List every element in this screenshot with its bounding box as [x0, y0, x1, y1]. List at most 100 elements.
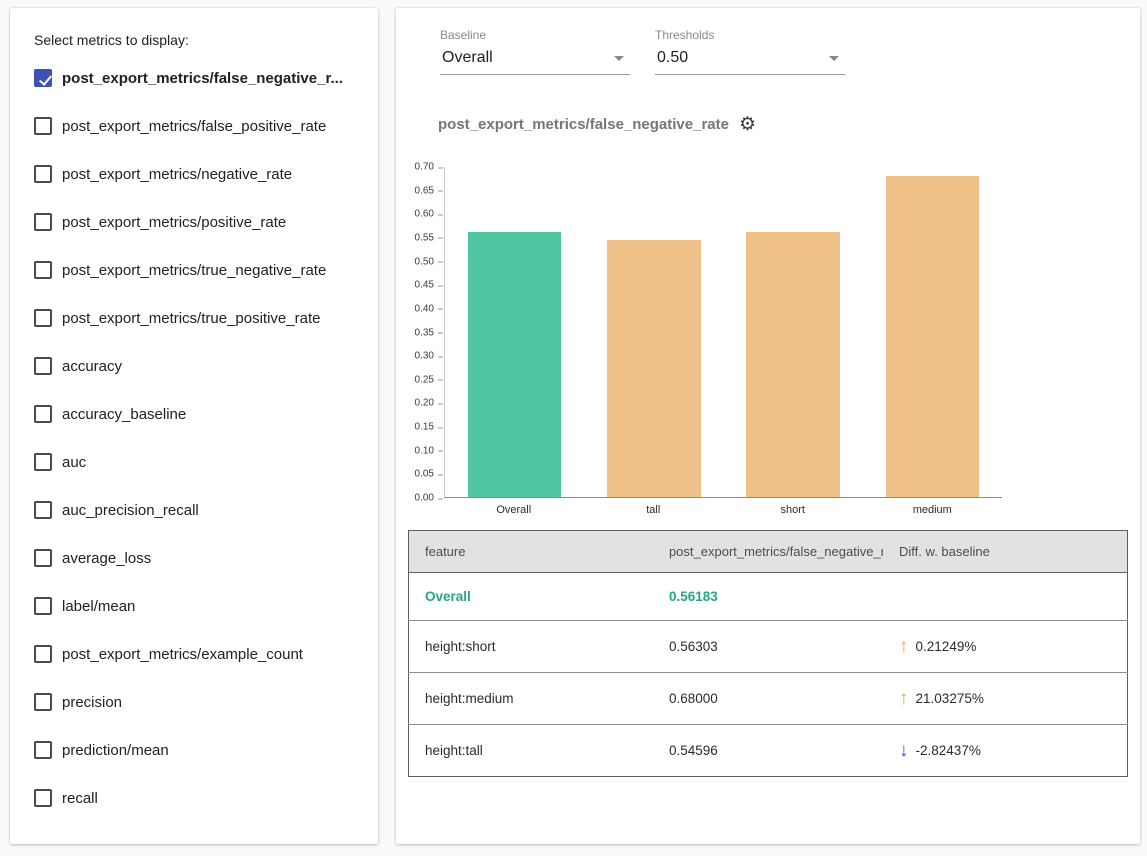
- sidebar-title: Select metrics to display:: [34, 32, 378, 48]
- checkbox-unchecked[interactable]: [34, 789, 52, 807]
- diff-value: 0.21249%: [916, 639, 977, 654]
- y-tick-label: 0.10: [415, 445, 434, 456]
- metric-label: post_export_metrics/false_negative_r...: [62, 70, 343, 87]
- metric-label: post_export_metrics/true_positive_rate: [62, 310, 320, 327]
- metric-label: prediction/mean: [62, 742, 169, 759]
- metric-item-post-export-metrics-positive-rate[interactable]: post_export_metrics/positive_rate: [10, 198, 378, 246]
- value-cell: 0.56303: [653, 621, 883, 673]
- chart-header: post_export_metrics/false_negative_rate …: [438, 115, 1128, 134]
- metric-label: recall: [62, 790, 98, 807]
- value-cell: 0.68000: [653, 673, 883, 725]
- metric-label: precision: [62, 694, 122, 711]
- table-header-diff-w-baseline: Diff. w. baseline: [883, 531, 1127, 573]
- metric-label: post_export_metrics/negative_rate: [62, 166, 292, 183]
- thresholds-selected-value: 0.50: [657, 49, 688, 67]
- metric-item-accuracy[interactable]: accuracy: [10, 342, 378, 390]
- bar-short[interactable]: [746, 232, 839, 497]
- table-body: Overall0.56183height:short0.56303↑0.2124…: [409, 573, 1128, 777]
- bar-medium[interactable]: [886, 176, 979, 497]
- checkbox-unchecked[interactable]: [34, 261, 52, 279]
- metric-item-post-export-metrics-false-positive-rate[interactable]: post_export_metrics/false_positive_rate: [10, 102, 378, 150]
- metric-item-post-export-metrics-true-negative-rate[interactable]: post_export_metrics/true_negative_rate: [10, 246, 378, 294]
- y-tick-label: 0.25: [415, 374, 434, 385]
- chart-title: post_export_metrics/false_negative_rate: [438, 116, 729, 133]
- feature-cell: height:tall: [409, 725, 653, 777]
- thresholds-label: Thresholds: [655, 28, 845, 42]
- chart-bars: [445, 167, 1002, 497]
- baseline-label: Baseline: [440, 28, 630, 42]
- metric-item-post-export-metrics-negative-rate[interactable]: post_export_metrics/negative_rate: [10, 150, 378, 198]
- diff-cell: [883, 573, 1127, 621]
- table-row-height-medium: height:medium0.68000↑21.03275%: [409, 673, 1128, 725]
- feature-cell: Overall: [409, 573, 653, 621]
- table-header-post-export-metrics-false-negative-rat: post_export_metrics/false_negative_rat..…: [653, 531, 883, 573]
- fairness-metrics-page: Select metrics to display: post_export_m…: [0, 0, 1147, 856]
- baseline-select-group: Baseline Overall: [440, 28, 630, 75]
- value-cell: 0.54596: [653, 725, 883, 777]
- metric-label: post_export_metrics/example_count: [62, 646, 303, 663]
- thresholds-select[interactable]: 0.50: [655, 47, 845, 75]
- checkbox-unchecked[interactable]: [34, 597, 52, 615]
- checkbox-unchecked[interactable]: [34, 117, 52, 135]
- checkbox-unchecked[interactable]: [34, 213, 52, 231]
- x-axis-label-medium: medium: [863, 498, 1003, 516]
- dropdown-caret-icon: [829, 56, 839, 61]
- checkbox-unchecked[interactable]: [34, 357, 52, 375]
- diff-indicator: ↓-2.82437%: [899, 741, 981, 760]
- metric-item-auc[interactable]: auc: [10, 438, 378, 486]
- y-tick-label: 0.15: [415, 422, 434, 433]
- baseline-select[interactable]: Overall: [440, 47, 630, 75]
- diff-indicator: ↑21.03275%: [899, 689, 984, 708]
- y-tick-label: 0.00: [415, 493, 434, 504]
- chart-controls: Baseline Overall Thresholds 0.50: [440, 28, 1128, 75]
- y-tick-label: 0.55: [415, 232, 434, 243]
- x-axis-label-overall: Overall: [444, 498, 584, 516]
- metric-label: post_export_metrics/true_negative_rate: [62, 262, 326, 279]
- metric-label: accuracy_baseline: [62, 406, 186, 423]
- metric-item-prediction-mean[interactable]: prediction/mean: [10, 726, 378, 774]
- bar-tall[interactable]: [607, 240, 700, 497]
- up-arrow-icon: ↑: [899, 637, 909, 656]
- baseline-selected-value: Overall: [442, 49, 493, 67]
- metric-item-auc-precision-recall[interactable]: auc_precision_recall: [10, 486, 378, 534]
- feature-cell: height:short: [409, 621, 653, 673]
- metric-item-recall[interactable]: recall: [10, 774, 378, 822]
- table-row-height-tall: height:tall0.54596 ↓-2.82437%: [409, 725, 1128, 777]
- bar-slot-tall: [584, 167, 723, 497]
- table-row-height-short: height:short0.56303 ↑ 0.21249%: [409, 621, 1128, 673]
- checkbox-unchecked[interactable]: [34, 549, 52, 567]
- y-tick-label: 0.30: [415, 351, 434, 362]
- y-tick-label: 0.05: [415, 469, 434, 480]
- metric-label: post_export_metrics/false_positive_rate: [62, 118, 326, 135]
- checkbox-unchecked[interactable]: [34, 501, 52, 519]
- bar-chart: 0.000.050.100.150.200.250.300.350.400.45…: [408, 167, 1128, 498]
- x-axis-label-short: short: [723, 498, 863, 516]
- checkbox-unchecked[interactable]: [34, 165, 52, 183]
- bar-slot-overall: [445, 167, 584, 497]
- metric-label: post_export_metrics/positive_rate: [62, 214, 286, 231]
- metric-item-label-mean[interactable]: label/mean: [10, 582, 378, 630]
- metric-item-post-export-metrics-false-negative-r[interactable]: post_export_metrics/false_negative_r...: [10, 54, 378, 102]
- checkbox-unchecked[interactable]: [34, 645, 52, 663]
- metric-label: auc: [62, 454, 86, 471]
- diff-cell: ↓-2.82437%: [883, 725, 1127, 777]
- metric-label: accuracy: [62, 358, 122, 375]
- metric-item-accuracy-baseline[interactable]: accuracy_baseline: [10, 390, 378, 438]
- up-arrow-icon: ↑: [899, 689, 909, 708]
- checkbox-unchecked[interactable]: [34, 309, 52, 327]
- settings-gear-icon[interactable]: ⚙: [739, 115, 756, 134]
- checkbox-unchecked[interactable]: [34, 405, 52, 423]
- checkbox-checked[interactable]: [34, 69, 52, 87]
- diff-value: -2.82437%: [916, 743, 981, 758]
- bar-overall[interactable]: [468, 232, 561, 497]
- metric-item-post-export-metrics-true-positive-rate[interactable]: post_export_metrics/true_positive_rate: [10, 294, 378, 342]
- x-axis-label-tall: tall: [584, 498, 724, 516]
- diff-cell: ↑ 0.21249%: [883, 621, 1127, 673]
- checkbox-unchecked[interactable]: [34, 453, 52, 471]
- checkbox-unchecked[interactable]: [34, 693, 52, 711]
- metric-item-average-loss[interactable]: average_loss: [10, 534, 378, 582]
- chart-plot-area: [444, 167, 1002, 498]
- metric-item-post-export-metrics-example-count[interactable]: post_export_metrics/example_count: [10, 630, 378, 678]
- checkbox-unchecked[interactable]: [34, 741, 52, 759]
- metric-item-precision[interactable]: precision: [10, 678, 378, 726]
